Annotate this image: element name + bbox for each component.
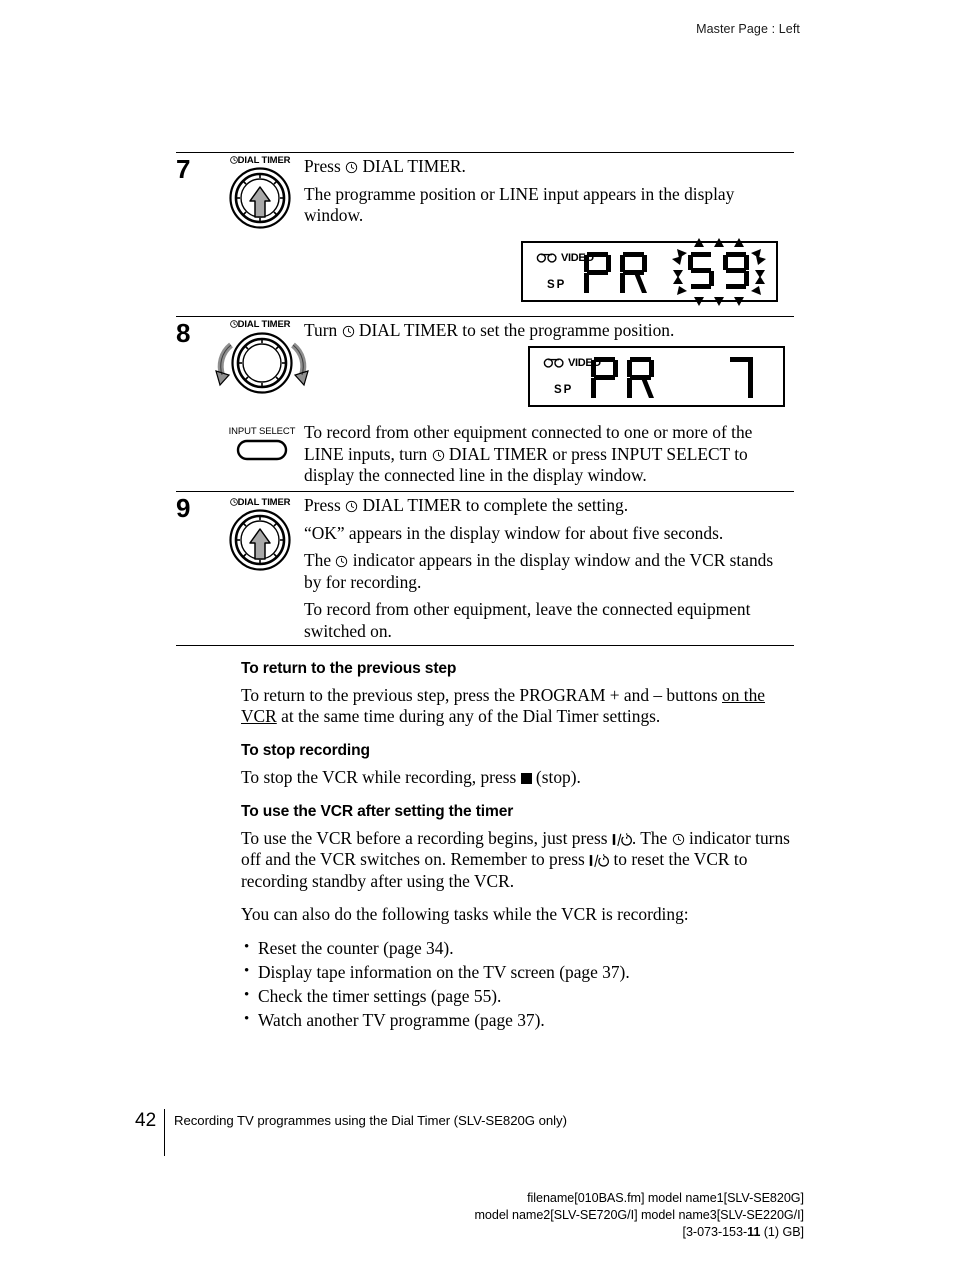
dial-timer-control-step-7[interactable]: DIAL TIMER: [214, 155, 306, 229]
clock-icon: [229, 498, 238, 506]
list-item: Display tape information on the TV scree…: [241, 959, 794, 984]
divider-above-step-8: [176, 316, 794, 317]
rotate-left-arrow-icon: [215, 342, 234, 387]
section-return-previous-step: To return to the previous step To return…: [241, 660, 794, 741]
input-select-label: INPUT SELECT: [228, 426, 296, 437]
manual-page: Master Page : Left 7 DIAL TIMER Press DI…: [0, 0, 954, 1270]
page-number: 42: [135, 1110, 157, 1131]
dial-timer-label: DIAL TIMER: [214, 497, 306, 508]
step-7-line-2: The programme position or LINE input app…: [304, 183, 735, 226]
step-9-line-4: To record from other equipment, leave th…: [304, 599, 751, 641]
step-9-text: Press DIAL TIMER to complete the setting…: [304, 495, 794, 648]
colophon-line-3: [3-073-153-11 (1) GB]: [682, 1225, 805, 1239]
section-stop-recording: To stop recording To stop the VCR while …: [241, 742, 794, 801]
power-standby-icon: [589, 854, 610, 868]
divider-below-step-9: [176, 645, 794, 646]
step-8-number: 8: [176, 318, 191, 348]
clock-icon: [229, 156, 238, 164]
footer-divider: [164, 1109, 165, 1156]
running-title: Recording TV programmes using the Dial T…: [174, 1113, 567, 1128]
dial-knob-turn-icon: [215, 332, 309, 394]
seven-segment-59-step-7: [672, 238, 766, 306]
speed-label-sp: SP: [547, 279, 567, 291]
seven-segment-7-step-8: [730, 357, 753, 398]
rotate-right-arrow-icon: [290, 342, 309, 387]
step-9-line-3: The indicator appears in the display win…: [304, 550, 774, 592]
step-8-paragraph-2: To record from other equipment connected…: [304, 422, 753, 485]
dial-knob-press-icon: [229, 509, 291, 571]
seven-segment-pr-step-7: [584, 252, 647, 293]
dial-timer-control-step-9[interactable]: DIAL TIMER: [214, 497, 306, 571]
display-window-step-8: VIDEO SP: [528, 346, 785, 407]
section-body: To stop the VCR while recording, press (…: [241, 767, 581, 787]
divider-above-step-9: [176, 491, 794, 492]
master-page-label: Master Page : Left: [696, 22, 800, 36]
colophon-line-2: model name2[SLV-SE720G/I] model name3[SL…: [474, 1208, 804, 1222]
timer-indicator-icon: [672, 833, 684, 846]
section-use-vcr-after-timer: To use the VCR after setting the timer T…: [241, 803, 794, 1032]
power-standby-icon: [612, 833, 632, 847]
task-list: Reset the counter (page 34). Display tap…: [241, 935, 794, 1032]
section-body: To return to the previous step, press th…: [241, 685, 765, 727]
step-9-line-1: Press DIAL TIMER to complete the setting…: [304, 495, 629, 515]
step-9-number: 9: [176, 493, 191, 523]
section-body-paragraph-2: You can also do the following tasks whil…: [241, 903, 689, 924]
seven-segment-pr-step-8: [591, 357, 654, 398]
clock-icon: [229, 320, 238, 328]
timer-indicator-icon: [336, 555, 348, 568]
input-select-control[interactable]: INPUT SELECT: [214, 426, 310, 466]
dial-timer-clock-icon: [345, 161, 358, 174]
section-heading: To stop recording: [241, 742, 370, 759]
section-body-paragraph-1: To use the VCR before a recording begins…: [241, 828, 790, 891]
step-7-line-1: Press DIAL TIMER.: [304, 156, 466, 176]
flash-arrows: [672, 238, 766, 306]
cassette-tape-icon: [536, 253, 557, 263]
cassette-tape-icon: [543, 358, 564, 368]
colophon: filename[010BAS.fm] model name1[SLV-SE82…: [474, 1190, 804, 1241]
dial-timer-control-step-8[interactable]: DIAL TIMER: [214, 319, 309, 395]
step-9-line-2: “OK” appears in the display window for a…: [304, 522, 724, 543]
list-item: Check the timer settings (page 55).: [241, 983, 794, 1008]
display-window-step-7: VIDEO SP: [521, 238, 778, 306]
section-heading: To return to the previous step: [241, 660, 457, 677]
dial-timer-label: DIAL TIMER: [214, 155, 306, 166]
step-7-number: 7: [176, 154, 191, 184]
stop-square-icon: [520, 773, 532, 784]
list-item: Reset the counter (page 34).: [241, 935, 794, 960]
colophon-line-1: filename[010BAS.fm] model name1[SLV-SE82…: [527, 1191, 804, 1205]
dial-timer-clock-icon: [342, 325, 354, 338]
list-item: Watch another TV programme (page 37).: [241, 1007, 794, 1032]
step-8-text: Turn DIAL TIMER to set the programme pos…: [304, 320, 794, 348]
dial-knob-press-icon: [229, 167, 291, 229]
speed-label-sp: SP: [554, 384, 574, 396]
section-heading: To use the VCR after setting the timer: [241, 803, 514, 820]
dial-timer-clock-icon: [432, 449, 444, 461]
divider-above-step-7: [176, 152, 794, 153]
input-select-button-icon[interactable]: [236, 439, 288, 461]
step-8-line-1: Turn DIAL TIMER to set the programme pos…: [304, 320, 675, 340]
dial-timer-label: DIAL TIMER: [214, 319, 306, 330]
step-7-text: Press DIAL TIMER. The programme position…: [304, 156, 794, 233]
dial-timer-clock-icon: [345, 500, 358, 513]
